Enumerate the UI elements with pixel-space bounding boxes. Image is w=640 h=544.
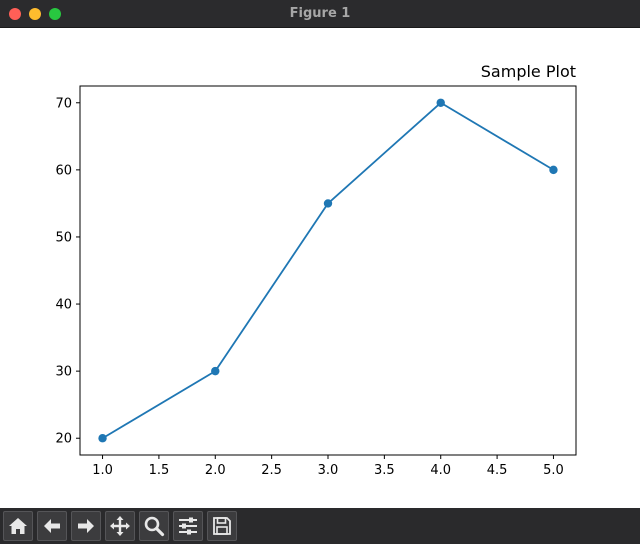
x-tick-label: 1.5 (149, 463, 170, 478)
x-tick-label: 1.0 (92, 463, 113, 478)
pan-button[interactable] (105, 511, 135, 541)
data-point (323, 199, 333, 208)
y-tick-label: 40 (55, 298, 72, 313)
x-tick-label: 2.5 (261, 463, 282, 478)
line-chart: 20 30 40 50 60 70 1.0 1.5 2.0 2.5 3.0 3.5 4.0 4.5 5.0… (55, 62, 577, 478)
back-arrow-icon (44, 519, 60, 533)
zoom-button[interactable] (139, 511, 169, 541)
pan-icon (110, 516, 130, 536)
title-bar: Figure 1 (0, 0, 640, 28)
data-point (211, 366, 220, 376)
x-tick-label: 3.0 (318, 463, 339, 478)
zoom-icon (144, 516, 165, 537)
save-button[interactable] (207, 511, 237, 541)
plot-canvas[interactable]: 20 30 40 50 60 70 1.0 1.5 2.0 2.5 3.0 3.5 4.0 4.5 5.0… (0, 28, 640, 508)
y-tick-label: 60 (55, 163, 72, 178)
back-button[interactable] (37, 511, 67, 541)
window-title: Figure 1 (289, 6, 351, 21)
x-tick-label: 4.0 (430, 463, 451, 478)
x-axis: 1.0 1.5 2.0 2.5 3.0 3.5 4.0 4.5 5.0 (92, 455, 564, 478)
x-tick-label: 3.5 (374, 463, 395, 478)
series-group (98, 98, 558, 443)
axes-frame (79, 85, 577, 456)
y-tick-label: 70 (55, 96, 72, 111)
navigation-toolbar (0, 508, 640, 544)
configure-subplots-button[interactable] (173, 511, 203, 541)
y-tick-label: 30 (55, 365, 72, 380)
chart-title: Sample Plot (481, 62, 576, 81)
home-icon (9, 518, 27, 534)
x-tick-label: 2.0 (205, 463, 226, 478)
x-tick-label: 5.0 (543, 463, 564, 478)
x-tick-label: 4.5 (487, 463, 508, 478)
data-point (436, 98, 445, 107)
figure-window: Figure 1 20 30 40 50 60 70 1.0 1.5 2.0 2.5 3.0 3.5… (0, 0, 640, 544)
forward-arrow-icon (78, 519, 94, 533)
y-tick-label: 50 (55, 230, 72, 245)
data-point (98, 434, 107, 443)
forward-button[interactable] (71, 511, 101, 541)
save-icon (213, 517, 231, 535)
y-axis: 20 30 40 50 60 70 (55, 96, 80, 447)
y-tick-label: 20 (55, 432, 72, 447)
home-button[interactable] (3, 511, 33, 541)
data-point (549, 165, 558, 175)
series-line (102, 101, 554, 440)
configure-subplots-icon (179, 517, 197, 535)
